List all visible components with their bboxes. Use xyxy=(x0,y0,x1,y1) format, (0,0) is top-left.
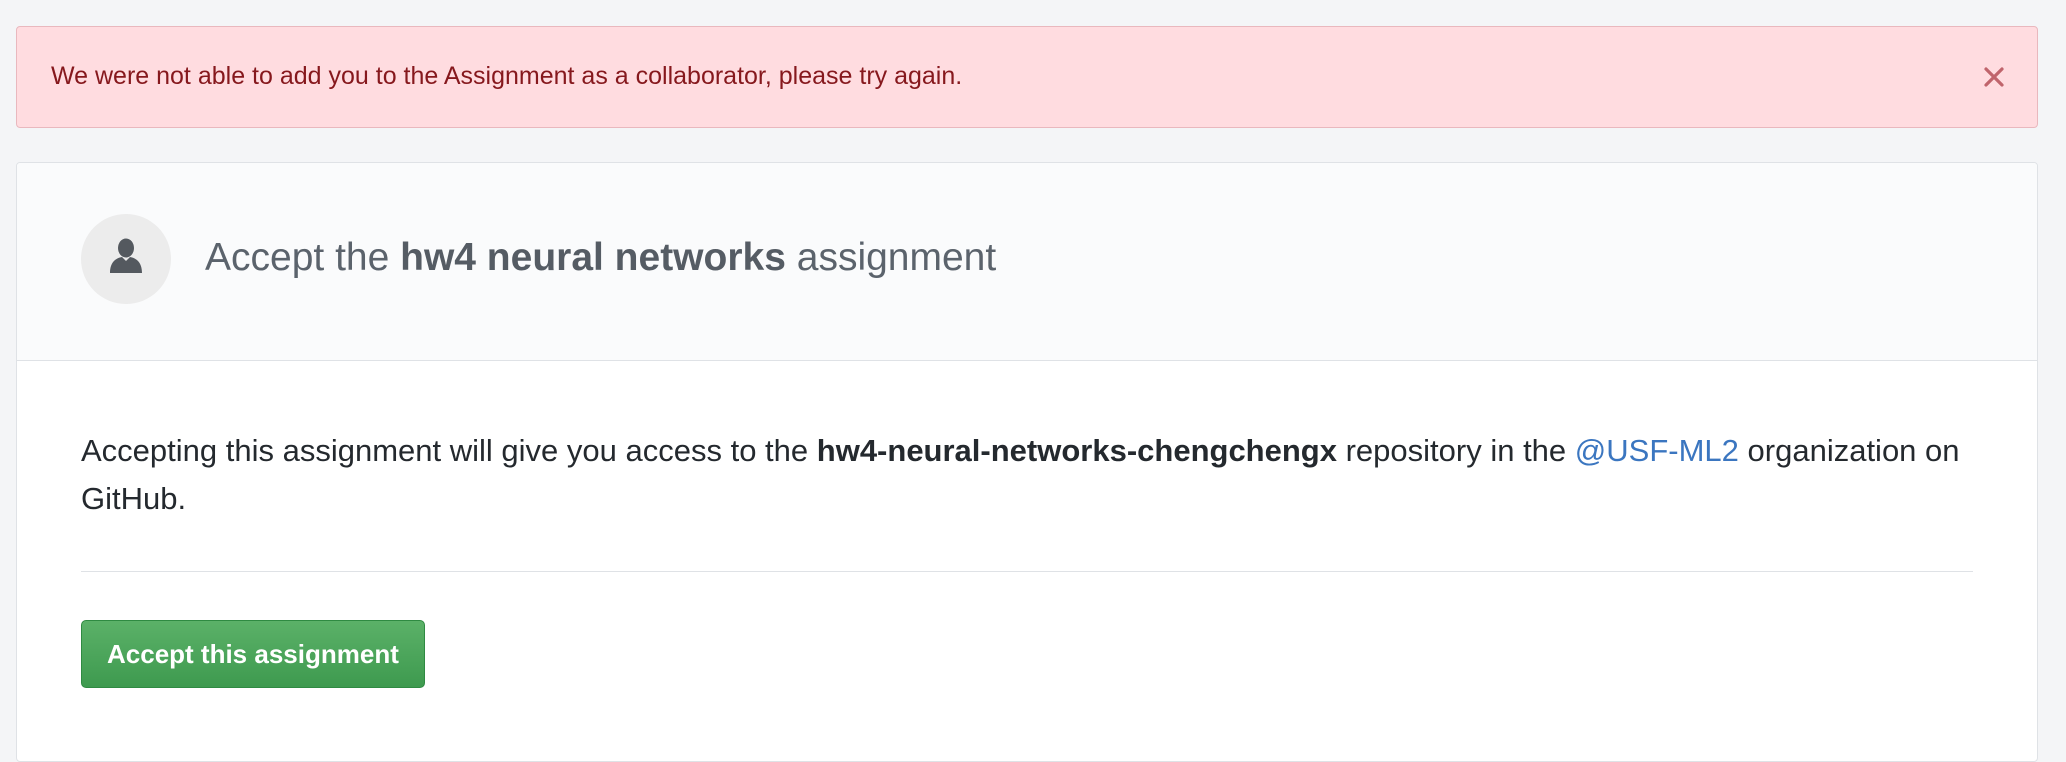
assignment-description: Accepting this assignment will give you … xyxy=(81,427,2001,523)
page-title: Accept the hw4 neural networks assignmen… xyxy=(205,236,996,280)
panel-body: Accepting this assignment will give you … xyxy=(17,427,2037,688)
panel-header: Accept the hw4 neural networks assignmen… xyxy=(17,163,2037,361)
person-icon xyxy=(109,238,143,279)
repository-name: hw4-neural-networks-chengchengx xyxy=(816,433,1337,468)
desc-middle: repository in the xyxy=(1345,433,1567,468)
assignment-panel: Accept the hw4 neural networks assignmen… xyxy=(16,162,2038,762)
divider xyxy=(81,571,1973,572)
error-flash-banner: We were not able to add you to the Assig… xyxy=(16,26,2038,128)
title-prefix: Accept the xyxy=(205,235,390,279)
assignment-name: hw4 neural networks xyxy=(400,235,786,279)
organization-link[interactable]: @USF-ML2 xyxy=(1575,433,1739,468)
title-suffix: assignment xyxy=(796,235,997,279)
desc-prefix: Accepting this assignment will give you … xyxy=(81,433,809,468)
flash-message: We were not able to add you to the Assig… xyxy=(51,61,963,90)
close-icon[interactable] xyxy=(1981,64,2007,90)
accept-assignment-button[interactable]: Accept this assignment xyxy=(81,620,425,688)
avatar xyxy=(81,213,171,304)
